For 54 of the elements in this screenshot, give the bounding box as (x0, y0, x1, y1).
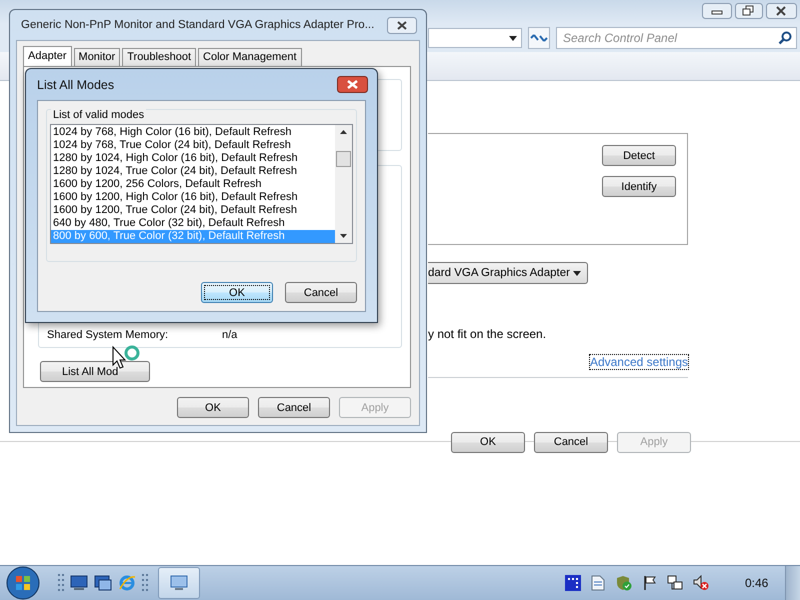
tab[interactable]: Monitor (74, 48, 120, 66)
list-item[interactable]: 1280 by 1024, High Color (16 bit), Default Refresh (51, 152, 335, 165)
search-field[interactable]: Search Control Panel (556, 27, 797, 49)
grid-icon[interactable] (565, 575, 581, 591)
grip-icon (58, 573, 64, 593)
dropdown[interactable]: dard VGA Graphics Adapter (428, 262, 588, 284)
advanced-settings-link[interactable]: Advanced settings (590, 355, 688, 369)
start-button-icon[interactable] (6, 566, 40, 600)
dropdown-value: dard VGA Graphics Adapter (428, 267, 570, 279)
dialog-title: Generic Non-PnP Monitor and Standard VGA Graphics Adapter Pro... (21, 19, 374, 31)
list-item[interactable]: 1600 by 1200, High Color (16 bit), Default Refresh (51, 191, 335, 204)
button[interactable]: Identify (602, 176, 676, 197)
button[interactable]: OK (201, 282, 273, 303)
close-icon[interactable] (766, 3, 797, 19)
refresh-icon[interactable] (528, 27, 550, 49)
grip-icon (142, 573, 148, 593)
list-item[interactable]: 640 by 480, True Color (32 bit), Default Refresh (51, 217, 335, 230)
button[interactable]: Detect (602, 145, 676, 166)
tab[interactable]: Troubleshoot (122, 48, 196, 66)
close-icon[interactable] (337, 76, 368, 93)
network-icon[interactable] (667, 575, 683, 591)
button[interactable]: List All Mod (40, 361, 150, 382)
scrollbar[interactable] (335, 125, 352, 243)
minimize-icon[interactable] (702, 3, 732, 19)
clock[interactable]: 0:46 (745, 576, 779, 590)
list-item[interactable]: 1024 by 768, True Color (24 bit), Default Refresh (51, 139, 335, 152)
list-item[interactable]: 1600 by 1200, True Color (24 bit), Default Refresh (51, 204, 335, 217)
flag-icon[interactable] (643, 575, 657, 591)
document-icon[interactable] (591, 575, 605, 591)
caret-icon[interactable] (573, 270, 581, 276)
button[interactable]: Cancel (258, 397, 330, 418)
desktop-icon[interactable] (70, 575, 88, 591)
caret-icon[interactable] (509, 36, 517, 40)
list-item[interactable]: 1280 by 1024, True Color (24 bit), Default Refresh (51, 165, 335, 178)
button[interactable]: Cancel (285, 282, 357, 303)
tab[interactable]: Color Management (198, 48, 302, 66)
search-icon[interactable] (778, 31, 792, 45)
taskbar-button[interactable] (158, 567, 200, 599)
dialog-title: List All Modes (37, 78, 114, 92)
group-label: List of valid modes (51, 109, 146, 121)
button[interactable]: OK (451, 432, 525, 452)
restore-icon[interactable] (735, 3, 763, 19)
note-text: y not fit on the screen. (428, 327, 548, 341)
info-label: Shared System Memory: (47, 329, 170, 341)
windows-icon[interactable] (94, 575, 112, 591)
monitor-icon (170, 575, 188, 591)
speaker-muted-icon[interactable] (693, 575, 709, 591)
close-icon[interactable] (387, 16, 417, 34)
tab[interactable]: Adapter (23, 46, 72, 66)
button[interactable]: Cancel (534, 432, 608, 452)
list-item[interactable]: 1024 by 768, High Color (16 bit), Default Refresh (51, 126, 335, 139)
list-item[interactable]: 1600 by 1200, 256 Colors, Default Refresh (51, 178, 335, 191)
info-value: n/a (222, 329, 238, 341)
button[interactable]: OK (177, 397, 249, 418)
